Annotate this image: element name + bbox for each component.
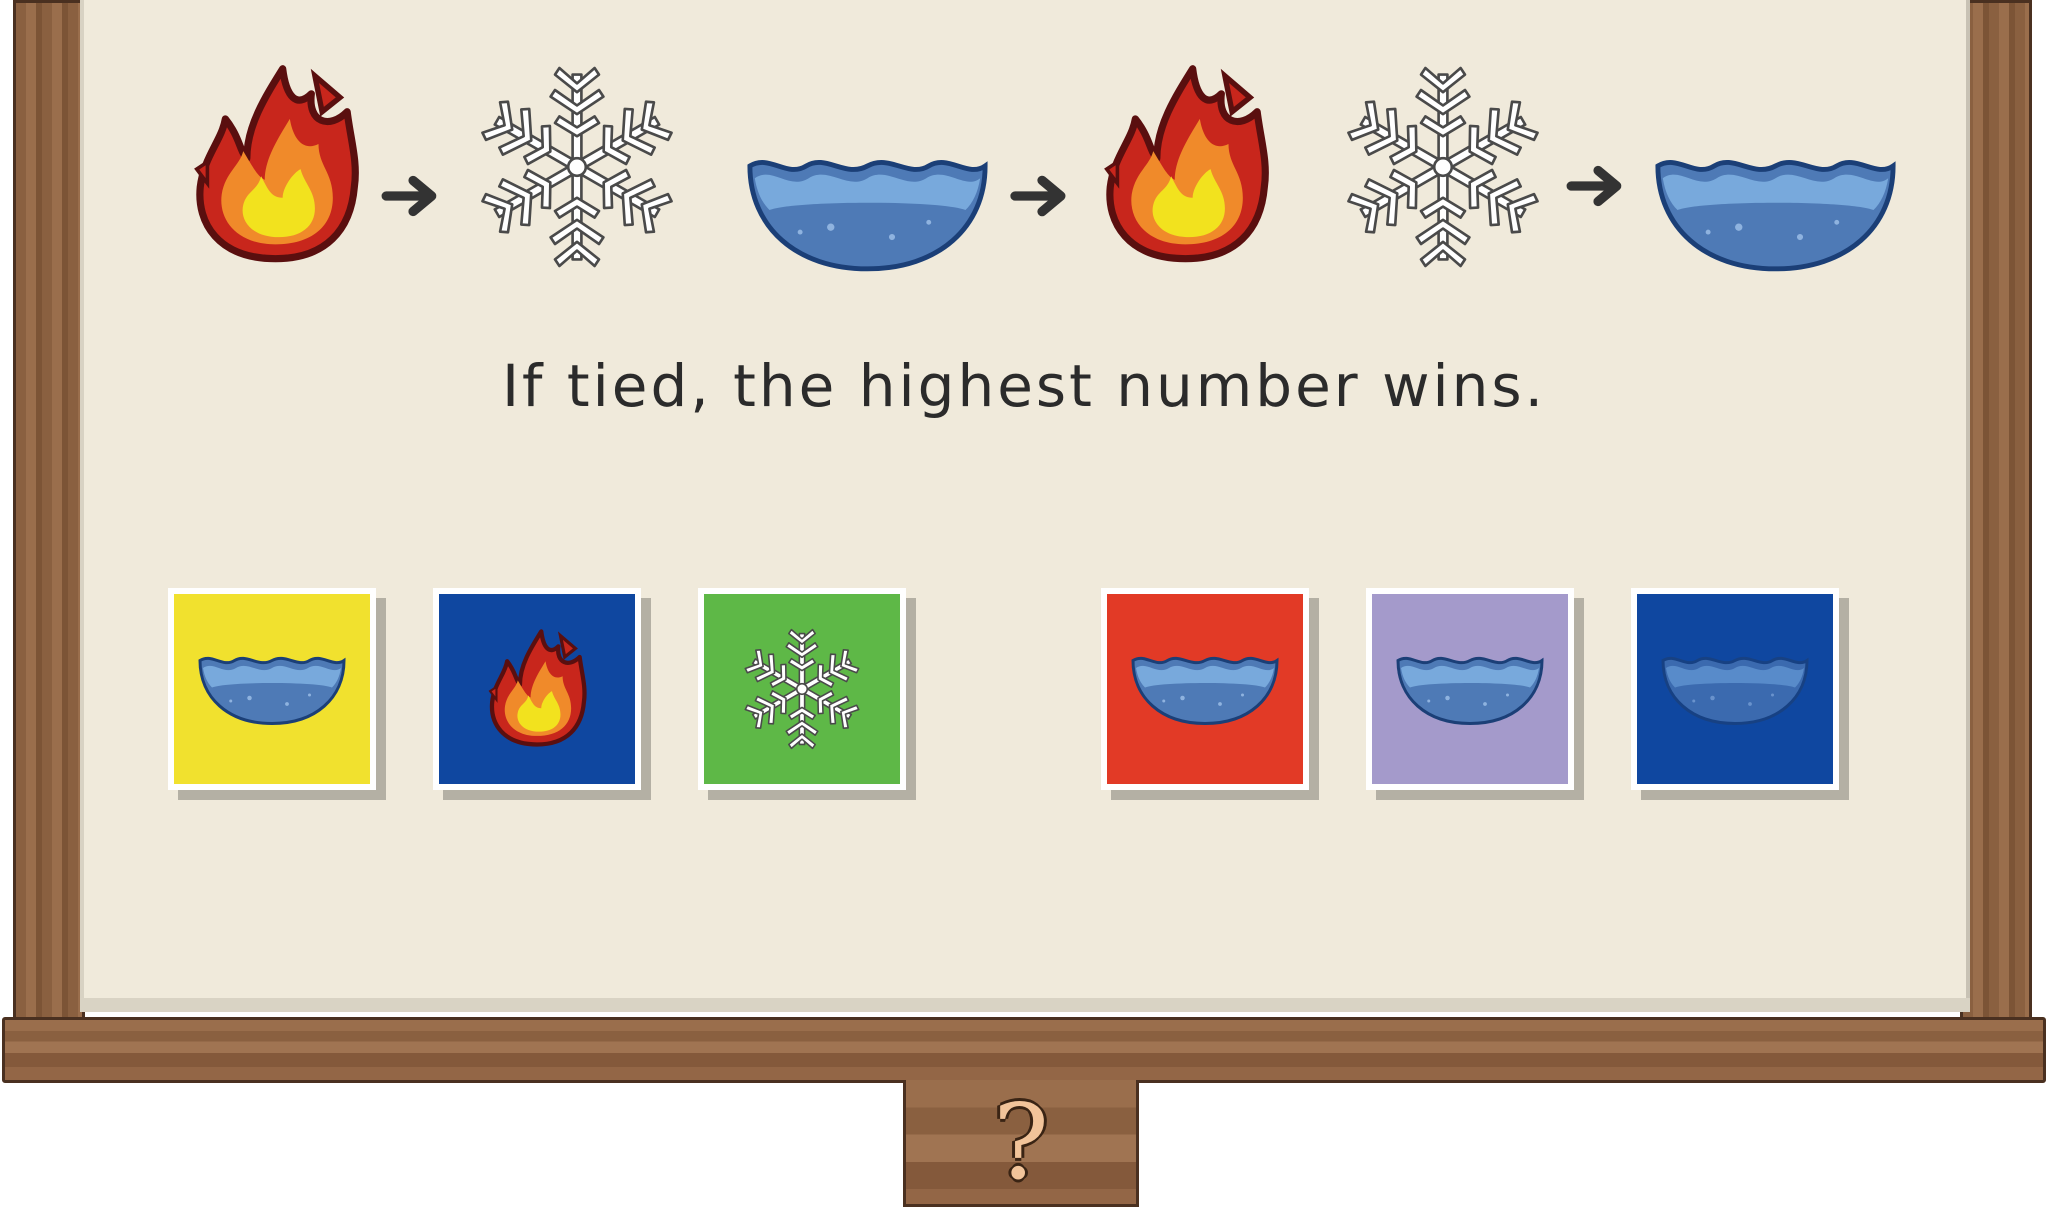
water-icon xyxy=(198,656,346,725)
fire-icon xyxy=(1093,58,1278,278)
question-mark-icon[interactable]: ? xyxy=(993,1090,1049,1194)
water-icon xyxy=(1653,150,1898,280)
frame-left-post xyxy=(13,0,85,1025)
player-card-3[interactable] xyxy=(698,588,906,790)
snowflake-icon xyxy=(467,57,687,282)
rule-text: If tied, the highest number wins. xyxy=(501,352,1547,420)
opponent-card-1[interactable] xyxy=(1101,588,1309,790)
opponent-card-3[interactable] xyxy=(1631,588,1839,790)
water-icon xyxy=(1131,656,1279,725)
snowflake-icon xyxy=(736,623,868,755)
game-scene: If tied, the highest number wins. ? xyxy=(0,0,2048,1207)
water-icon xyxy=(1661,656,1809,725)
arrow-right-icon xyxy=(1565,160,1627,217)
frame-ledge xyxy=(2,1017,2046,1083)
water-icon xyxy=(1396,656,1544,725)
fire-icon xyxy=(183,58,368,278)
arrow-right-icon xyxy=(380,170,442,227)
hint-tab: ? xyxy=(903,1080,1139,1207)
arrow-right-icon xyxy=(1005,170,1075,227)
frame-right-post xyxy=(1960,0,2032,1025)
water-icon xyxy=(745,150,990,280)
fire-icon xyxy=(483,625,591,753)
opponent-card-2[interactable] xyxy=(1366,588,1574,790)
snowflake-icon xyxy=(1333,57,1553,282)
player-card-1[interactable] xyxy=(168,588,376,790)
board-shadow xyxy=(80,998,1970,1012)
player-card-2[interactable] xyxy=(433,588,641,790)
